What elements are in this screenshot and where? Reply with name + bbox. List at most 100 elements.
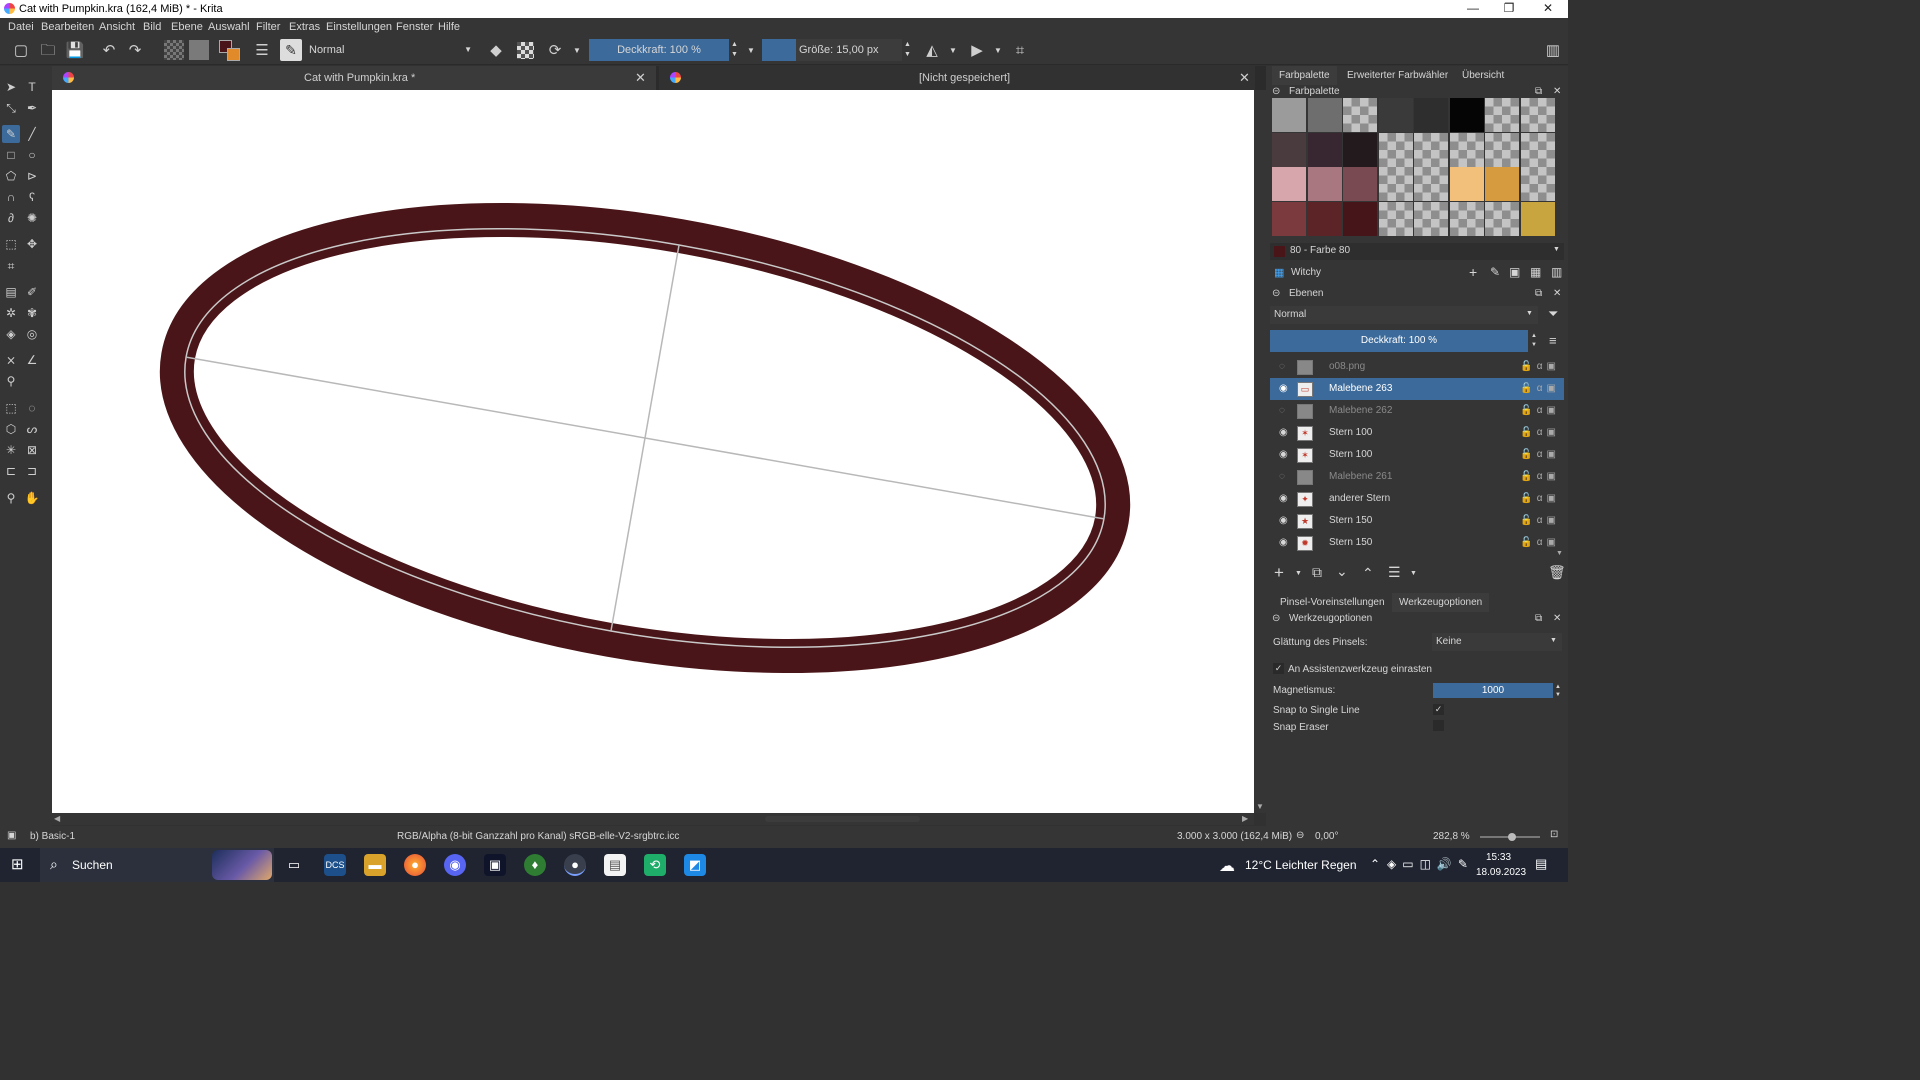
duplicate-layer-icon[interactable]: ⧉ bbox=[1312, 564, 1322, 581]
assistant-tool-icon[interactable]: ⨯ bbox=[2, 351, 20, 369]
workspace-icon[interactable]: ▥ bbox=[1542, 40, 1564, 62]
layer-lock-alpha-icons[interactable]: 🔓α▣ bbox=[1520, 466, 1560, 488]
menu-bearbeiten[interactable]: Bearbeiten bbox=[41, 21, 94, 33]
edit-icon[interactable]: ✎ bbox=[1490, 265, 1500, 279]
layer-blend-select[interactable]: Normal ▼ bbox=[1270, 306, 1538, 324]
palette-swatch[interactable] bbox=[1272, 201, 1306, 236]
vertical-scrollbar[interactable]: ▼ bbox=[1254, 90, 1266, 813]
polyline-tool-icon[interactable]: ⊳ bbox=[23, 167, 41, 185]
clock-date[interactable]: 18.09.2023 bbox=[1476, 867, 1526, 878]
eye-icon[interactable]: ◉ bbox=[1279, 378, 1291, 400]
layer-lock-alpha-icons[interactable]: 🔓α▣ bbox=[1520, 488, 1560, 510]
palette-name[interactable]: Witchy bbox=[1291, 267, 1321, 278]
save-icon[interactable]: ▣ bbox=[1509, 265, 1520, 279]
layer-row[interactable]: ◌ Malebene 261 🔓α▣ bbox=[1270, 466, 1564, 488]
task-view-icon[interactable]: ▭ bbox=[283, 854, 305, 876]
scroll-left-icon[interactable]: ◀ bbox=[54, 814, 60, 823]
line-tool-icon[interactable]: ╱ bbox=[23, 125, 41, 143]
eye-icon[interactable]: ◉ bbox=[1279, 510, 1291, 532]
clock-time[interactable]: 15:33 bbox=[1486, 852, 1511, 863]
weather-text[interactable]: 12°C Leichter Regen bbox=[1245, 858, 1357, 872]
palette-swatch[interactable] bbox=[1378, 132, 1413, 167]
close-icon[interactable]: ✕ bbox=[1239, 66, 1250, 90]
horizontal-scrollbar[interactable]: ◀ ▶ bbox=[52, 813, 1254, 825]
tab-pinsel-voreinstellungen[interactable]: Pinsel-Voreinstellungen bbox=[1280, 597, 1385, 608]
move-down-icon[interactable]: ⌄ bbox=[1336, 563, 1348, 580]
layer-lock-alpha-icons[interactable]: 🔓α▣ bbox=[1520, 532, 1560, 554]
add-layer-icon[interactable]: + bbox=[1274, 563, 1284, 583]
layer-row[interactable]: ◉ ✶ Stern 100 🔓α▣ bbox=[1270, 444, 1564, 466]
palette-swatch[interactable] bbox=[1449, 167, 1484, 201]
menu-fenster[interactable]: Fenster bbox=[396, 21, 433, 33]
app-teal-icon[interactable]: ⟲ bbox=[644, 854, 666, 876]
terminal-icon[interactable]: ▣ bbox=[484, 854, 506, 876]
chevron-down-icon[interactable]: ▼ bbox=[573, 46, 581, 55]
ellipse-select-icon[interactable]: ◌ bbox=[23, 399, 41, 417]
layer-opacity-slider[interactable]: Deckkraft: 100 % bbox=[1270, 330, 1528, 352]
open-folder-icon[interactable]: 🗀 bbox=[37, 40, 59, 62]
alpha-lock-icon[interactable] bbox=[517, 42, 534, 59]
spin-arrows-icon[interactable]: ▲ ▼ bbox=[904, 40, 911, 60]
menu-extras[interactable]: Extras bbox=[289, 21, 320, 33]
menu-ebene[interactable]: Ebene bbox=[171, 21, 203, 33]
spin-arrows-icon[interactable]: ▲ ▼ bbox=[731, 40, 738, 60]
layers-scroll-down-icon[interactable]: ▼ bbox=[1556, 550, 1563, 557]
bezier-select-icon[interactable]: ⊏ bbox=[2, 462, 20, 480]
palette-swatch[interactable] bbox=[1449, 98, 1484, 132]
grid-icon[interactable]: ▦ bbox=[1530, 265, 1541, 279]
chevron-down-icon[interactable]: ▼ bbox=[1410, 570, 1417, 577]
palette-swatch[interactable] bbox=[1272, 132, 1306, 167]
layer-row[interactable]: ◉ ▭ Malebene 263 🔓α▣ bbox=[1270, 378, 1564, 400]
palette-swatch[interactable] bbox=[1485, 98, 1519, 132]
lock-icon[interactable]: ⊝ bbox=[1272, 285, 1280, 302]
maximize-button[interactable]: ❐ bbox=[1494, 1, 1524, 15]
palette-swatch[interactable] bbox=[1414, 167, 1448, 201]
palette-swatch[interactable] bbox=[1414, 98, 1448, 132]
eye-hidden-icon[interactable]: ◌ bbox=[1279, 466, 1291, 488]
filter-icon[interactable]: ⏷ bbox=[1548, 306, 1558, 322]
spin-arrows-icon[interactable]: ▲ ▼ bbox=[1555, 683, 1561, 699]
eye-hidden-icon[interactable]: ◌ bbox=[1279, 400, 1291, 422]
delete-layer-icon[interactable]: 🗑 bbox=[1548, 564, 1566, 581]
palette-swatch[interactable] bbox=[1378, 167, 1413, 201]
eye-icon[interactable]: ◉ bbox=[1279, 532, 1291, 554]
layer-lock-alpha-icons[interactable]: 🔓α▣ bbox=[1520, 400, 1560, 422]
zoom-tool-icon[interactable]: ⚲ bbox=[2, 489, 20, 507]
zoom-handle[interactable] bbox=[1508, 833, 1516, 841]
chevron-down-icon[interactable]: ▼ bbox=[747, 46, 755, 55]
eye-icon[interactable]: ◉ bbox=[1279, 422, 1291, 444]
spin-arrows-icon[interactable]: ▲ ▼ bbox=[1531, 332, 1537, 350]
layer-row[interactable]: ◌ o08.png 🔓α▣ bbox=[1270, 356, 1564, 378]
rect-select-icon[interactable]: ⬚ bbox=[2, 399, 20, 417]
save-icon[interactable]: 💾 bbox=[64, 40, 86, 62]
windows-start-icon[interactable]: ⊞ bbox=[11, 857, 24, 873]
layer-lock-alpha-icons[interactable]: 🔓α▣ bbox=[1520, 510, 1560, 532]
rectangle-tool-icon[interactable]: □ bbox=[2, 146, 20, 164]
redo-icon[interactable]: ↷ bbox=[124, 40, 146, 62]
bezier-tool-icon[interactable]: ∩ bbox=[2, 188, 20, 206]
layer-row[interactable]: ◌ Malebene 262 🔓α▣ bbox=[1270, 400, 1564, 422]
chevron-down-icon[interactable]: ▼ bbox=[949, 46, 957, 55]
palette-swatch[interactable] bbox=[1272, 167, 1306, 201]
measure-tool-icon[interactable]: ∠ bbox=[23, 351, 41, 369]
palette-swatch[interactable] bbox=[1520, 132, 1555, 167]
reload-preset-icon[interactable]: ⟳ bbox=[544, 40, 566, 62]
menu-auswahl[interactable]: Auswahl bbox=[208, 21, 250, 33]
brush-settings-icon[interactable]: ☰ bbox=[251, 40, 273, 62]
palette-swatch[interactable] bbox=[1485, 201, 1519, 236]
palette-swatch[interactable] bbox=[1449, 201, 1484, 236]
palette-swatch[interactable] bbox=[1520, 201, 1555, 236]
rotation-icon[interactable]: ⊖ bbox=[1296, 830, 1304, 841]
scroll-down-icon[interactable]: ▼ bbox=[1256, 802, 1264, 811]
undo-icon[interactable]: ↶ bbox=[98, 40, 120, 62]
close-window-button[interactable]: ✕ bbox=[1533, 1, 1563, 15]
freehand-path-icon[interactable]: ʕ bbox=[23, 188, 41, 206]
tray-chevron-icon[interactable]: ⌃ bbox=[1370, 857, 1380, 871]
discord-icon[interactable]: ◉ bbox=[444, 854, 466, 876]
opacity-slider[interactable]: Deckkraft: 100 % bbox=[589, 39, 729, 61]
smoothing-select[interactable]: Keine ▼ bbox=[1432, 633, 1562, 651]
polygon-select-icon[interactable]: ⬡ bbox=[2, 420, 20, 438]
palette-swatch[interactable] bbox=[1414, 132, 1448, 167]
menu-hilfe[interactable]: Hilfe bbox=[438, 21, 460, 33]
palette-swatch[interactable] bbox=[1307, 132, 1342, 167]
